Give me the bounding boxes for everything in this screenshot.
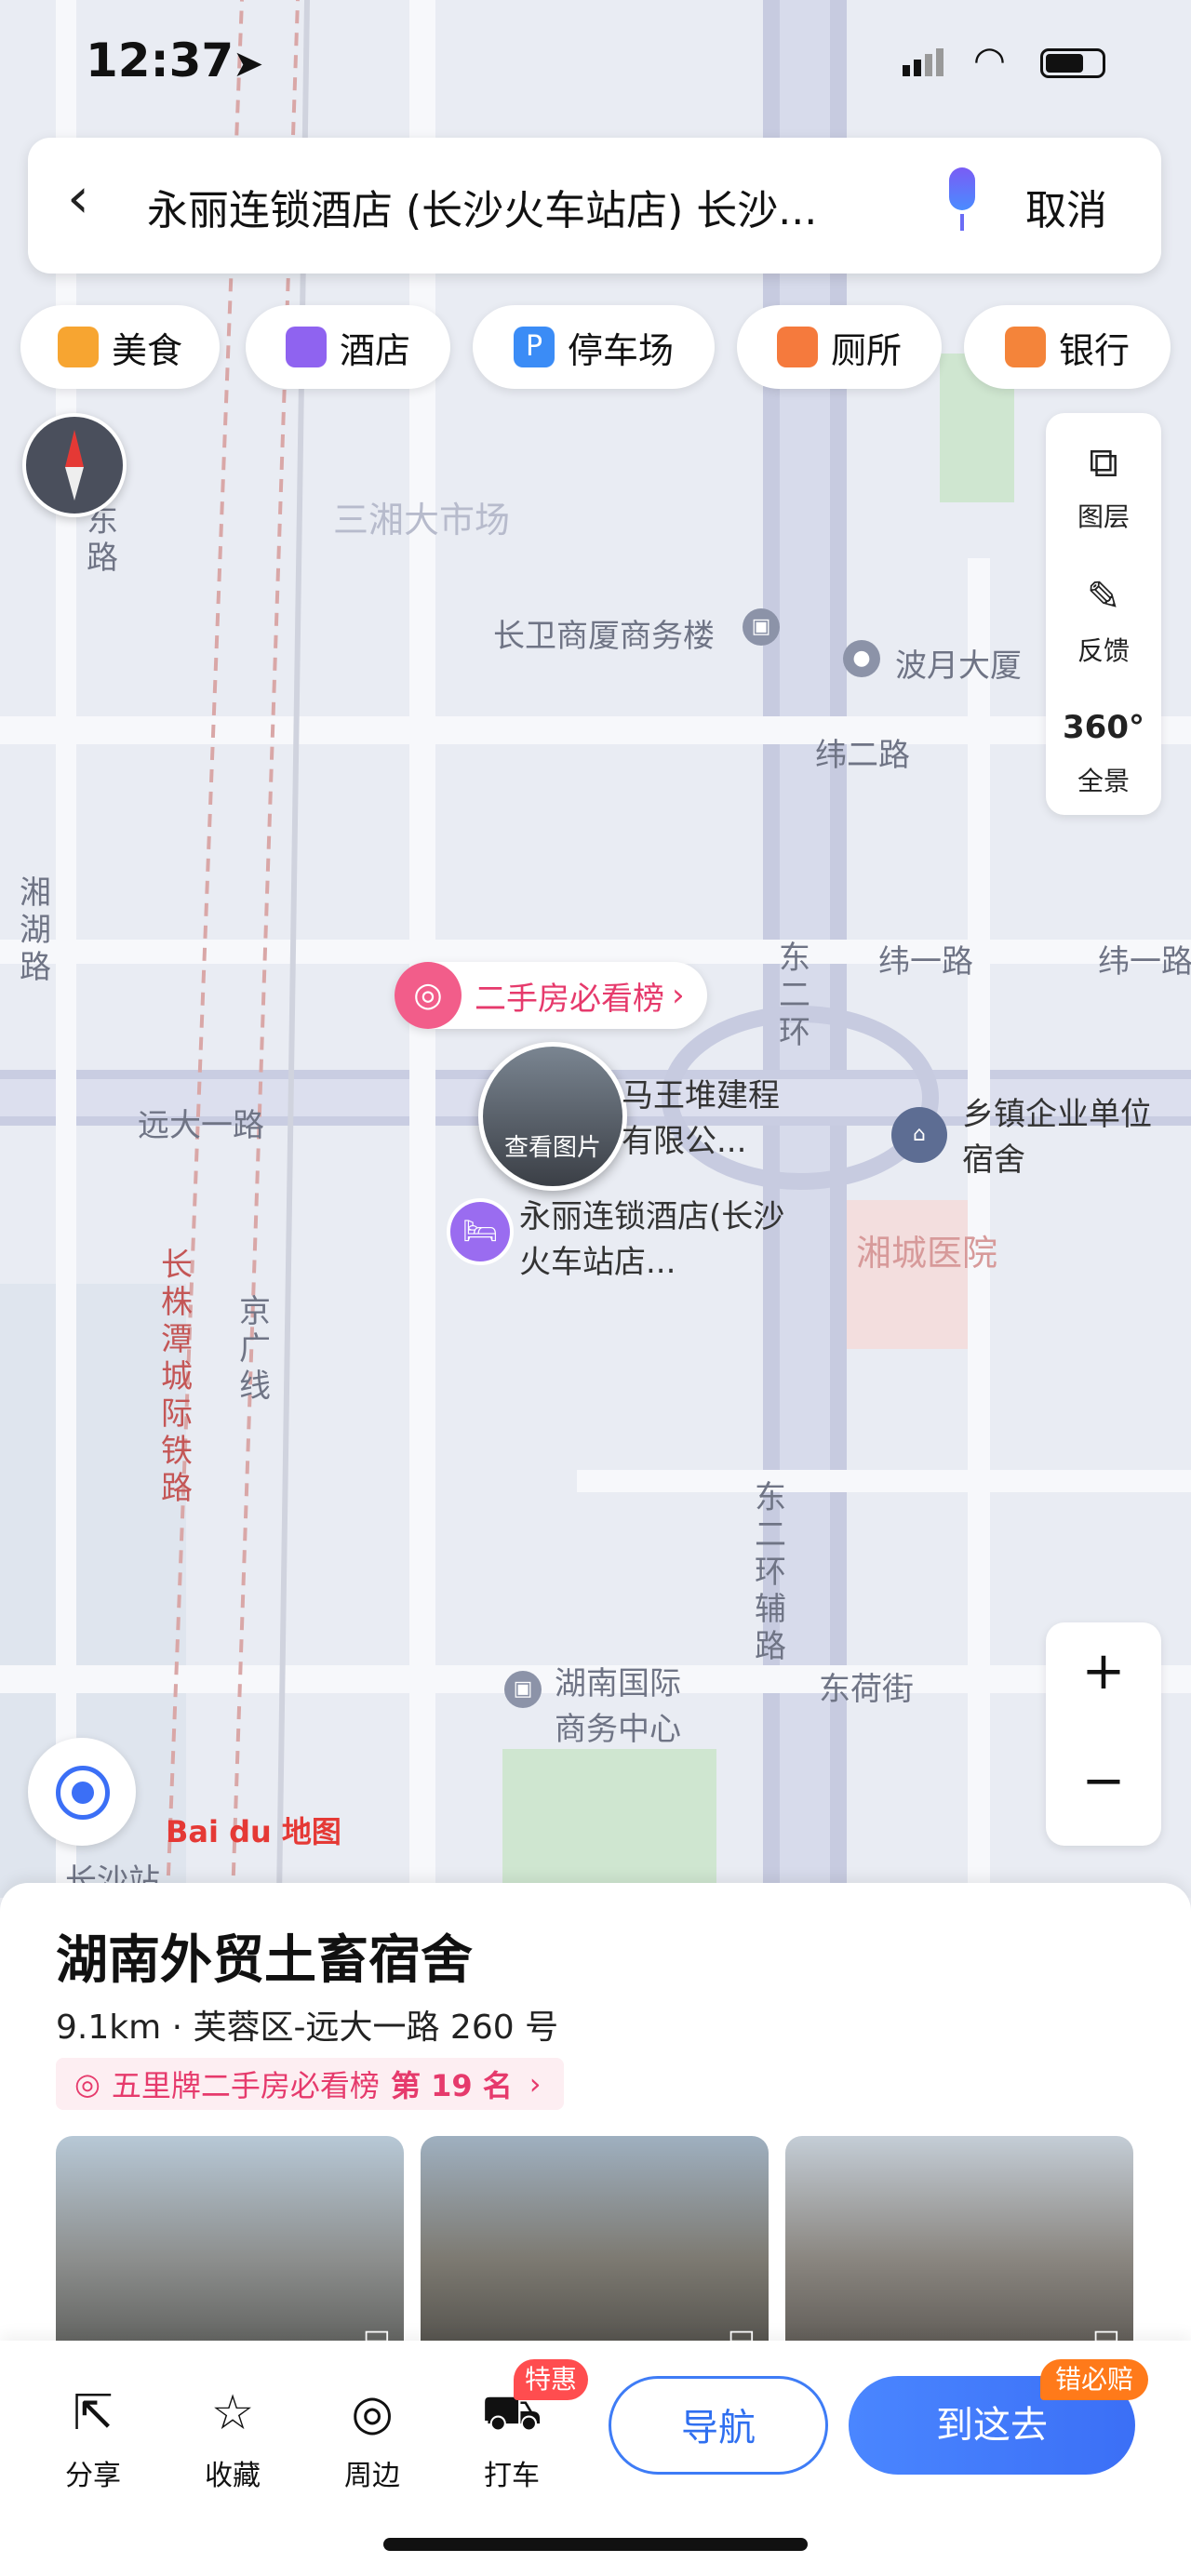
category-chip-food[interactable]: 美食 [20,305,220,389]
map-label-weiyi-road-1: 纬一路 [878,943,973,981]
building-icon[interactable]: ▣ [743,608,780,646]
second-hand-tag[interactable]: ◎ 二手房必看榜 › [395,962,707,1029]
map-label-rail-line: 长株潭城际铁路 [161,1247,193,1507]
feedback-label: 反馈 [1077,635,1130,666]
layers-button[interactable]: ⧉ 图层 [1046,437,1161,534]
map-label-dongerhuan-fu: 东二环辅路 [755,1479,786,1665]
microphone-icon[interactable] [942,167,983,234]
toilet-icon [776,327,818,367]
pin-icon[interactable]: ● [843,640,880,677]
zoom-out-button[interactable]: − [1046,1751,1161,1811]
rank-badge[interactable]: ◎ 五里牌二手房必看榜 第 19 名 › [56,2058,564,2110]
chevron-right-icon: › [672,977,685,1014]
place-photo-thumbnail[interactable]: 查看图片 [478,1042,627,1191]
dorm-icon[interactable]: ⌂ [891,1107,947,1163]
category-label: 美食 [111,329,182,371]
feedback-button[interactable]: ✎ 反馈 [1046,571,1161,668]
share-button[interactable]: ⇱ 分享 [37,2383,149,2493]
compass-icon[interactable] [22,413,127,517]
search-bar[interactable]: ‹ 永丽连锁酒店 (长沙火车站店) 长沙... 取消 [28,138,1161,274]
cancel-button[interactable]: 取消 [1025,177,1107,236]
panorama-button[interactable]: 360° 全景 [1046,701,1161,798]
locate-icon [56,1766,110,1820]
target-icon: ◎ [395,962,462,1029]
second-hand-tag-label: 二手房必看榜 [475,980,664,1018]
category-chip-parking[interactable]: P 停车场 [473,305,715,389]
category-chip-hotel[interactable]: 酒店 [246,305,450,389]
map-label-xiangzhen: 乡镇企业单位宿舍 [962,1096,1152,1179]
location-arrow-icon: ➤ [233,43,264,86]
hotel-icon [285,327,327,367]
place-photo[interactable]: ▭ [421,2136,769,2359]
layers-label: 图层 [1077,501,1130,532]
guarantee-badge: 错必赔 [1040,2359,1149,2400]
map-label-weier-road: 纬二路 [815,737,910,774]
layers-icon: ⧉ [1089,439,1118,487]
category-label: 银行 [1058,329,1130,371]
share-icon: ⇱ [73,2385,114,2441]
map-label-market: 三湘大市场 [333,500,511,541]
signal-icon [903,48,943,76]
map-label-office-tower: 长卫商厦商务楼 [493,618,715,655]
search-input[interactable]: 永丽连锁酒店 (长沙火车站店) 长沙... [147,177,910,236]
bank-card-icon [1004,327,1046,367]
baidu-map-logo: Bai du 地图 [166,1814,341,1849]
map-label-mawangdui: 马王堆建程有限公... [622,1077,780,1160]
locate-button[interactable] [28,1738,136,1846]
place-distance-address: 9.1km · 芙蓉区-远大一路 260 号 [56,2009,559,2047]
map-label-hotel[interactable]: 永丽连锁酒店(长沙火车站店... [519,1191,789,1282]
map-label-donghe-street: 东荷街 [819,1671,914,1708]
photo-caption: 查看图片 [503,1134,601,1162]
place-title: 湖南外贸土畜宿舍 [56,1930,473,1991]
compass-icon: ◎ [351,2385,394,2441]
map-label-jingguang: 京广线 [239,1293,271,1405]
wifi-icon: ◠ [973,39,1006,82]
favorite-label: 收藏 [205,2460,261,2492]
zoom-in-button[interactable]: + [1046,1641,1161,1702]
category-chip-toilet[interactable]: 厕所 [737,305,942,389]
taxi-label: 打车 [484,2460,540,2492]
map-tools-panel: ⧉ 图层 ✎ 反馈 360° 全景 [1046,413,1161,815]
category-chip-bank[interactable]: 银行 [964,305,1171,389]
map-label-yuanda-road: 远大一路 [138,1107,264,1144]
nearby-label: 周边 [344,2460,400,2492]
map-label-xiangcheng-hospital: 湘城医院 [856,1233,998,1274]
panorama-360-icon: 360° [1063,709,1144,746]
home-indicator[interactable] [383,2538,808,2551]
status-bar: 12:37 ➤ ◠ [0,0,1191,130]
map-label-xianghu-road: 湘湖路 [20,874,51,986]
building-icon[interactable]: ▣ [504,1671,542,1708]
battery-icon [1040,48,1105,78]
category-label: 酒店 [339,329,410,371]
place-photo[interactable]: ▭ [785,2136,1133,2359]
target-icon: ◎ [74,2066,100,2102]
map-roads [0,0,1191,1898]
back-icon[interactable]: ‹ [67,166,89,231]
nearby-button[interactable]: ◎ 周边 [316,2383,428,2493]
star-icon: ☆ [210,2385,255,2441]
category-label: 厕所 [830,329,902,371]
parking-icon: P [513,327,555,367]
map-view[interactable]: 三湘大市场 长卫商厦商务楼 ▣ ● 波月大厦 纬二路 纬一路 纬一路 远大一路 … [0,0,1191,1898]
rank-text: 五里牌二手房必看榜 [111,2068,380,2103]
chevron-right-icon: › [529,2066,542,2102]
hotel-marker-icon[interactable]: 🛏 [447,1198,514,1265]
zoom-controls: + − [1046,1622,1161,1846]
taxi-discount-badge: 特惠 [514,2359,589,2400]
map-label-bo-yue: 波月大厦 [895,647,1022,685]
food-icon [57,327,99,367]
panorama-label: 全景 [1077,766,1130,796]
share-label: 分享 [65,2460,121,2492]
favorite-button[interactable]: ☆ 收藏 [177,2383,288,2493]
rank-value: 第 19 名 [390,2068,513,2103]
place-photo[interactable]: ▭ [56,2136,404,2359]
status-time: 12:37 [86,33,234,87]
category-label: 停车场 [567,329,674,371]
map-label-dongerhuan: 东二环 [779,940,810,1051]
map-label-weiyi-road-2: 纬一路 [1098,943,1191,981]
map-label-hunan-intl: 湖南国际商务中心 [555,1665,681,1748]
edit-icon: ✎ [1086,573,1121,621]
navigate-button[interactable]: 导航 [609,2376,828,2475]
